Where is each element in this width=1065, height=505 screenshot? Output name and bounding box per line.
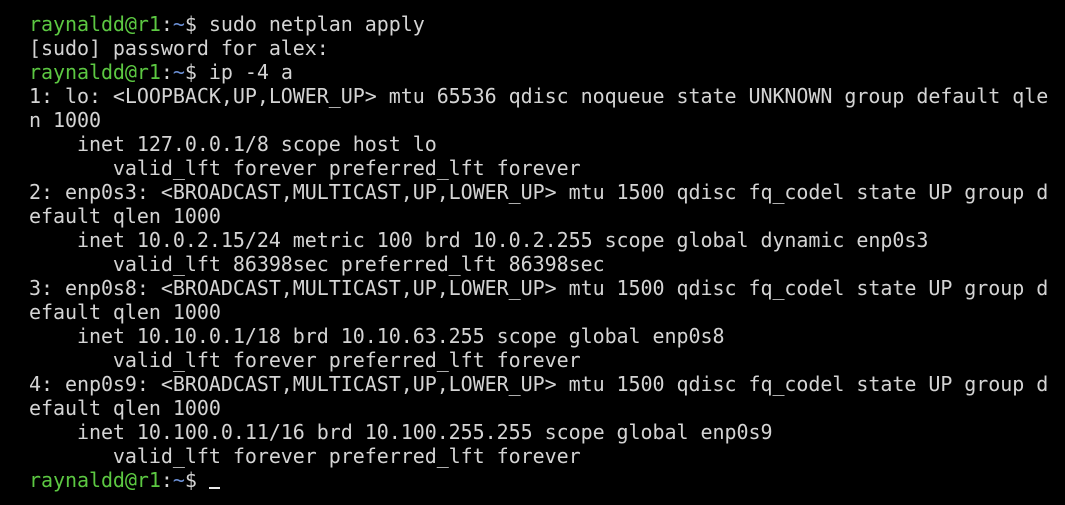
output-line: efault qlen 1000: [29, 396, 221, 420]
prompt-symbol: $: [184, 468, 209, 492]
output-line: inet 10.100.0.11/16 brd 10.100.255.255 s…: [29, 420, 773, 444]
prompt-separator: :: [160, 12, 173, 36]
output-line: efault qlen 1000: [29, 300, 221, 324]
prompt-path: ~: [172, 60, 185, 84]
prompt-symbol: $: [184, 60, 209, 84]
output-line: 1: lo: <LOOPBACK,UP,LOWER_UP> mtu 65536 …: [29, 84, 1049, 108]
prompt-line[interactable]: raynaldd@r1:~$: [29, 468, 1065, 492]
prompt-symbol: $: [184, 12, 209, 36]
output-line: efault qlen 1000: [29, 204, 221, 228]
command-text: sudo netplan apply: [208, 12, 425, 36]
output-line: [sudo] password for alex:: [29, 36, 329, 60]
prompt-path: ~: [172, 12, 185, 36]
command-text: ip -4 a: [208, 60, 293, 84]
output-line: 3: enp0s8: <BROADCAST,MULTICAST,UP,LOWER…: [29, 276, 1049, 300]
prompt-line: raynaldd@r1:~$ ip -4 a: [29, 60, 1065, 84]
output-line: inet 10.0.2.15/24 metric 100 brd 10.0.2.…: [29, 228, 929, 252]
output-line: valid_lft 86398sec preferred_lft 86398se…: [29, 252, 605, 276]
prompt-user-host: raynaldd@r1: [29, 60, 161, 84]
output-line: n 1000: [29, 108, 101, 132]
output-line: inet 10.10.0.1/18 brd 10.10.63.255 scope…: [29, 324, 725, 348]
output-line: 4: enp0s9: <BROADCAST,MULTICAST,UP,LOWER…: [29, 372, 1049, 396]
prompt-separator: :: [160, 468, 173, 492]
output-line: valid_lft forever preferred_lft forever: [29, 156, 581, 180]
output-line: 2: enp0s3: <BROADCAST,MULTICAST,UP,LOWER…: [29, 180, 1049, 204]
terminal-window[interactable]: raynaldd@r1:~$ sudo netplan apply [sudo]…: [0, 0, 1065, 505]
prompt-path: ~: [172, 468, 185, 492]
prompt-user-host: raynaldd@r1: [29, 12, 161, 36]
output-line: valid_lft forever preferred_lft forever: [29, 444, 581, 468]
output-line: valid_lft forever preferred_lft forever: [29, 348, 581, 372]
prompt-separator: :: [160, 60, 173, 84]
output-line: inet 127.0.0.1/8 scope host lo: [29, 132, 437, 156]
text-cursor[interactable]: [208, 487, 220, 489]
prompt-user-host: raynaldd@r1: [29, 468, 161, 492]
prompt-line: raynaldd@r1:~$ sudo netplan apply: [29, 12, 1065, 36]
